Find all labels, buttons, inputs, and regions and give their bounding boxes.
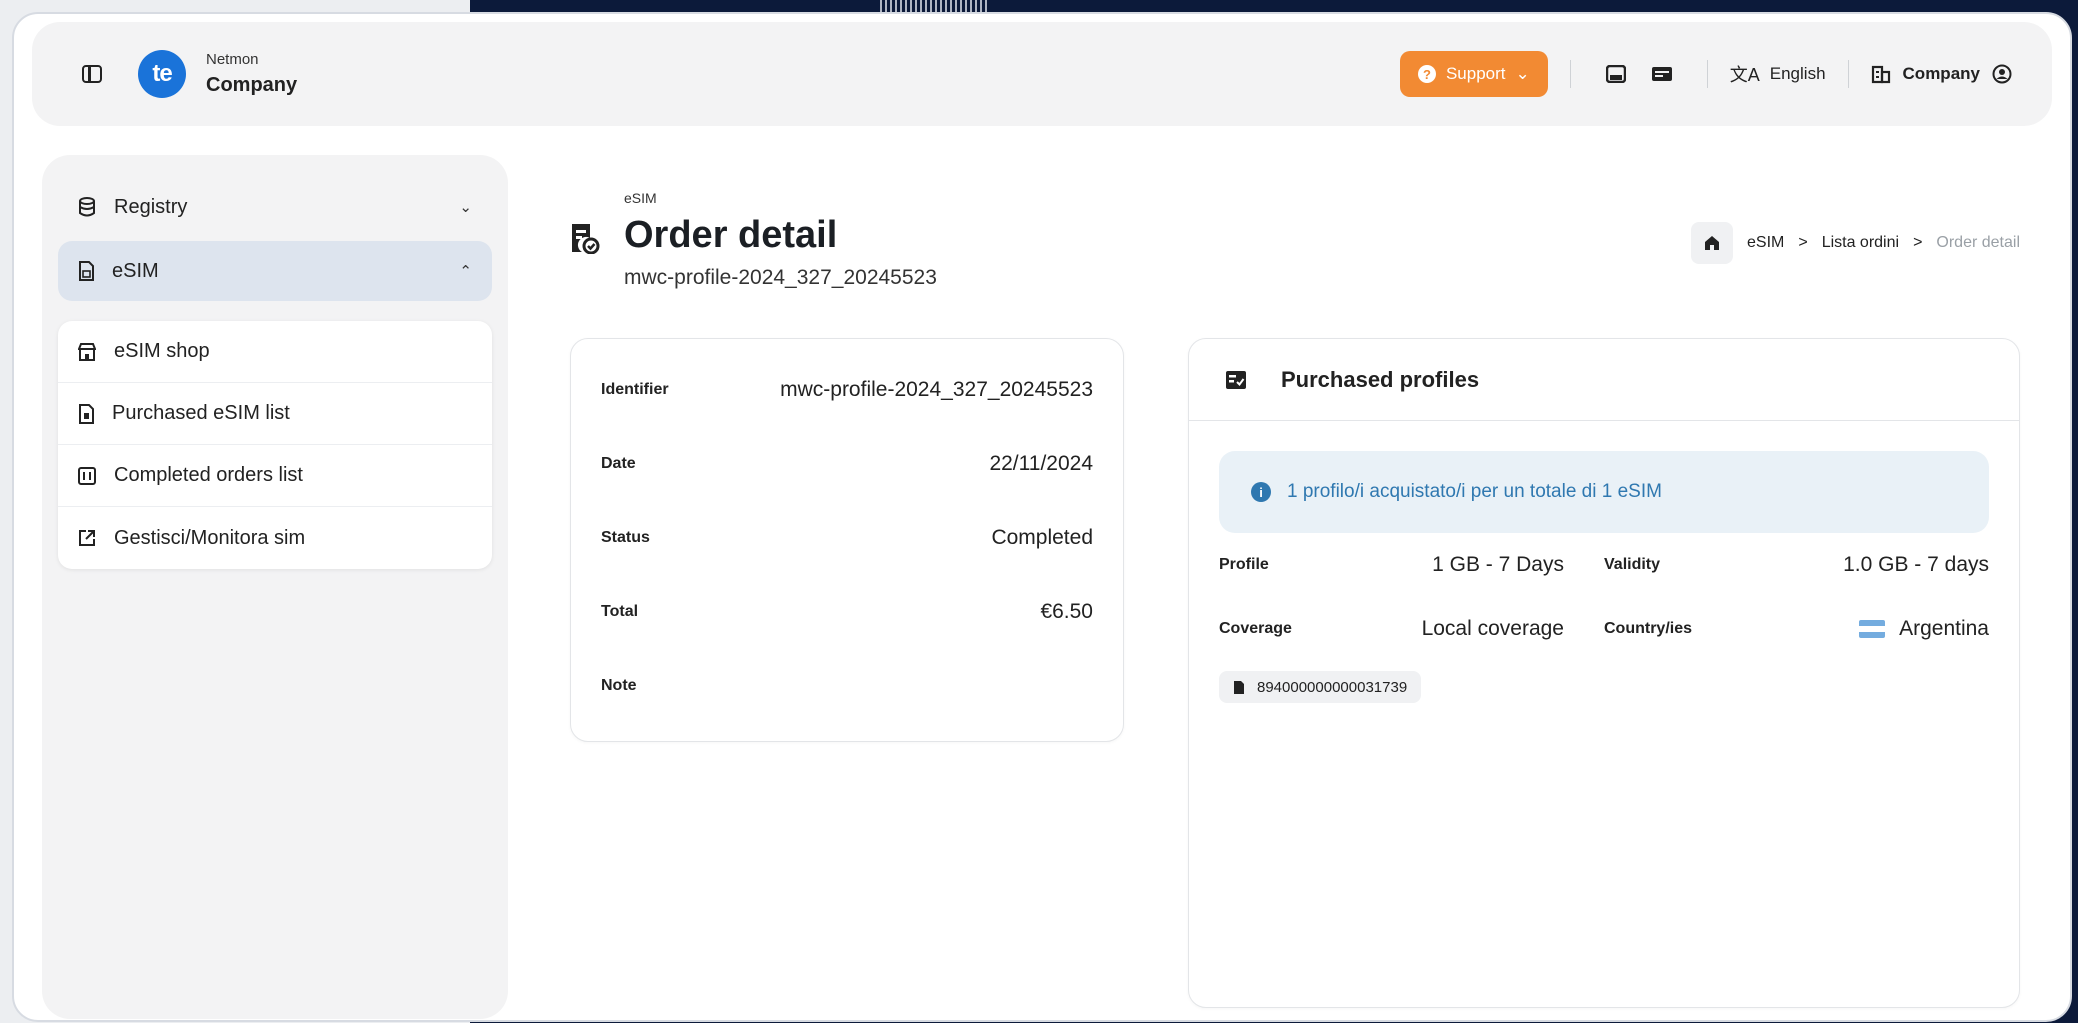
section-label: eSIM	[624, 190, 657, 206]
detail-value: €6.50	[1040, 600, 1093, 623]
order-document-icon	[570, 222, 600, 254]
breadcrumb-item-esim[interactable]: eSIM	[1747, 234, 1784, 252]
card-header: Purchased profiles	[1189, 339, 2019, 421]
sidebar-item-esim[interactable]: eSIM ⌃	[58, 241, 492, 301]
inbox-icon[interactable]	[1605, 63, 1627, 85]
country-field: Country/ies Argentina	[1604, 617, 1989, 641]
detail-label: Identifier	[601, 381, 669, 398]
submenu-item-gestisci-monitora-sim[interactable]: Gestisci/Monitora sim	[58, 507, 492, 569]
sidebar: Registry ⌄ eSIM ⌃ eSIM shop Purchased eS…	[42, 155, 508, 1019]
page-title: Order detail	[624, 214, 838, 256]
divider	[1706, 60, 1708, 88]
user-circle-icon	[1992, 64, 2012, 84]
field-label: Validity	[1604, 556, 1661, 573]
brand-name: Company	[206, 74, 298, 96]
country-name: Argentina	[1899, 617, 1989, 640]
submenu-item-label: Purchased eSIM list	[112, 402, 290, 424]
breadcrumb-item-lista-ordini[interactable]: Lista ordini	[1822, 234, 1899, 252]
profile-row: Profile 1 GB - 7 Days Validity 1.0 GB - …	[1189, 533, 2019, 597]
detail-label: Status	[601, 529, 650, 546]
order-detail-card: Identifier mwc-profile-2024_327_20245523…	[570, 338, 1124, 742]
detail-row-status: Status Completed	[601, 501, 1093, 575]
brand-subtitle: Netmon	[206, 51, 259, 68]
chevron-right-icon: >	[1798, 234, 1808, 251]
sidebar-item-label: Registry	[114, 195, 188, 218]
detail-row-note: Note	[601, 649, 1093, 723]
field-value: 1 GB - 7 Days	[1432, 553, 1564, 576]
support-label: Support	[1445, 64, 1506, 83]
info-alert: i 1 profilo/i acquistato/i per un totale…	[1219, 451, 1989, 533]
submenu-item-label: Completed orders list	[114, 464, 303, 486]
submenu-item-esim-shop[interactable]: eSIM shop	[58, 321, 492, 383]
field-value: 1.0 GB - 7 days	[1843, 553, 1989, 576]
field-label: Country/ies	[1604, 620, 1693, 637]
field-value: Local coverage	[1421, 617, 1564, 640]
detail-label: Date	[601, 455, 636, 472]
detail-row-total: Total €6.50	[601, 575, 1093, 649]
field-value: Argentina	[1859, 617, 1989, 641]
sim-card-icon	[78, 261, 94, 281]
company-label: Company	[1902, 64, 1980, 83]
translate-icon: 文A	[1729, 65, 1760, 85]
chevron-right-icon: >	[1913, 234, 1923, 251]
building-icon	[1871, 64, 1891, 84]
chevron-down-icon: ⌄	[1515, 64, 1530, 83]
database-icon	[78, 197, 96, 217]
profile-row: Coverage Local coverage Country/ies Arge…	[1189, 597, 2019, 661]
sim-card-icon	[78, 403, 94, 424]
chevron-up-icon: ⌃	[459, 263, 472, 280]
top-bar: te Netmon Company ? Support ⌄ 文A English…	[32, 22, 2052, 126]
support-button[interactable]: ? Support ⌄	[1399, 51, 1548, 97]
submenu-item-completed-orders-list[interactable]: Completed orders list	[58, 445, 492, 507]
coverage-field: Coverage Local coverage	[1219, 617, 1604, 641]
company-menu[interactable]: Company	[1871, 64, 2012, 84]
detail-row-date: Date 22/11/2024	[601, 427, 1093, 501]
purchased-profiles-card: Purchased profiles i 1 profilo/i acquist…	[1188, 338, 2020, 1008]
iccid-value: 894000000000031739	[1257, 678, 1408, 696]
esim-submenu: eSIM shop Purchased eSIM list Completed …	[58, 321, 492, 569]
list-icon	[78, 466, 96, 485]
breadcrumb: eSIM > Lista ordini > Order detail	[1691, 222, 2020, 264]
divider	[1569, 60, 1571, 88]
language-label: English	[1769, 64, 1826, 83]
argentina-flag-icon	[1859, 620, 1886, 638]
logo-text: te	[152, 60, 172, 87]
iccid-badge: 894000000000031739	[1219, 671, 1422, 703]
detail-label: Note	[601, 677, 637, 694]
chevron-down-icon: ⌄	[459, 199, 472, 216]
card-icon[interactable]	[1651, 63, 1673, 85]
home-icon[interactable]	[1691, 222, 1733, 264]
divider	[1847, 60, 1849, 88]
card-title: Purchased profiles	[1281, 366, 1480, 392]
brand: Netmon Company	[206, 51, 297, 97]
detail-value: mwc-profile-2024_327_20245523	[780, 378, 1093, 401]
field-label: Profile	[1219, 556, 1269, 573]
detail-row-identifier: Identifier mwc-profile-2024_327_20245523	[601, 353, 1093, 427]
submenu-item-purchased-esim-list[interactable]: Purchased eSIM list	[58, 383, 492, 445]
page-subtitle: mwc-profile-2024_327_20245523	[624, 266, 937, 289]
help-icon: ?	[1417, 65, 1436, 83]
shop-icon	[78, 342, 96, 361]
external-link-icon	[78, 529, 96, 547]
submenu-item-label: Gestisci/Monitora sim	[114, 526, 306, 549]
info-icon: i	[1251, 482, 1271, 502]
breadcrumb-current: Order detail	[1936, 234, 2020, 251]
submenu-item-label: eSIM shop	[114, 340, 210, 362]
sidebar-toggle-icon[interactable]	[82, 65, 102, 83]
detail-value: Completed	[991, 526, 1093, 549]
profile-field: Profile 1 GB - 7 Days	[1219, 553, 1604, 577]
sidebar-item-label: eSIM	[112, 259, 159, 282]
brand-logo[interactable]: te	[138, 50, 186, 98]
detail-value: 22/11/2024	[989, 452, 1093, 475]
language-selector[interactable]: 文A English	[1730, 61, 1826, 87]
sim-card-icon	[1233, 680, 1245, 695]
validity-field: Validity 1.0 GB - 7 days	[1604, 553, 1989, 577]
info-text: 1 profilo/i acquistato/i per un totale d…	[1287, 481, 1662, 502]
profiles-icon	[1225, 370, 1247, 390]
field-label: Coverage	[1219, 620, 1292, 637]
detail-label: Total	[601, 603, 639, 620]
sidebar-item-registry[interactable]: Registry ⌄	[58, 177, 492, 237]
